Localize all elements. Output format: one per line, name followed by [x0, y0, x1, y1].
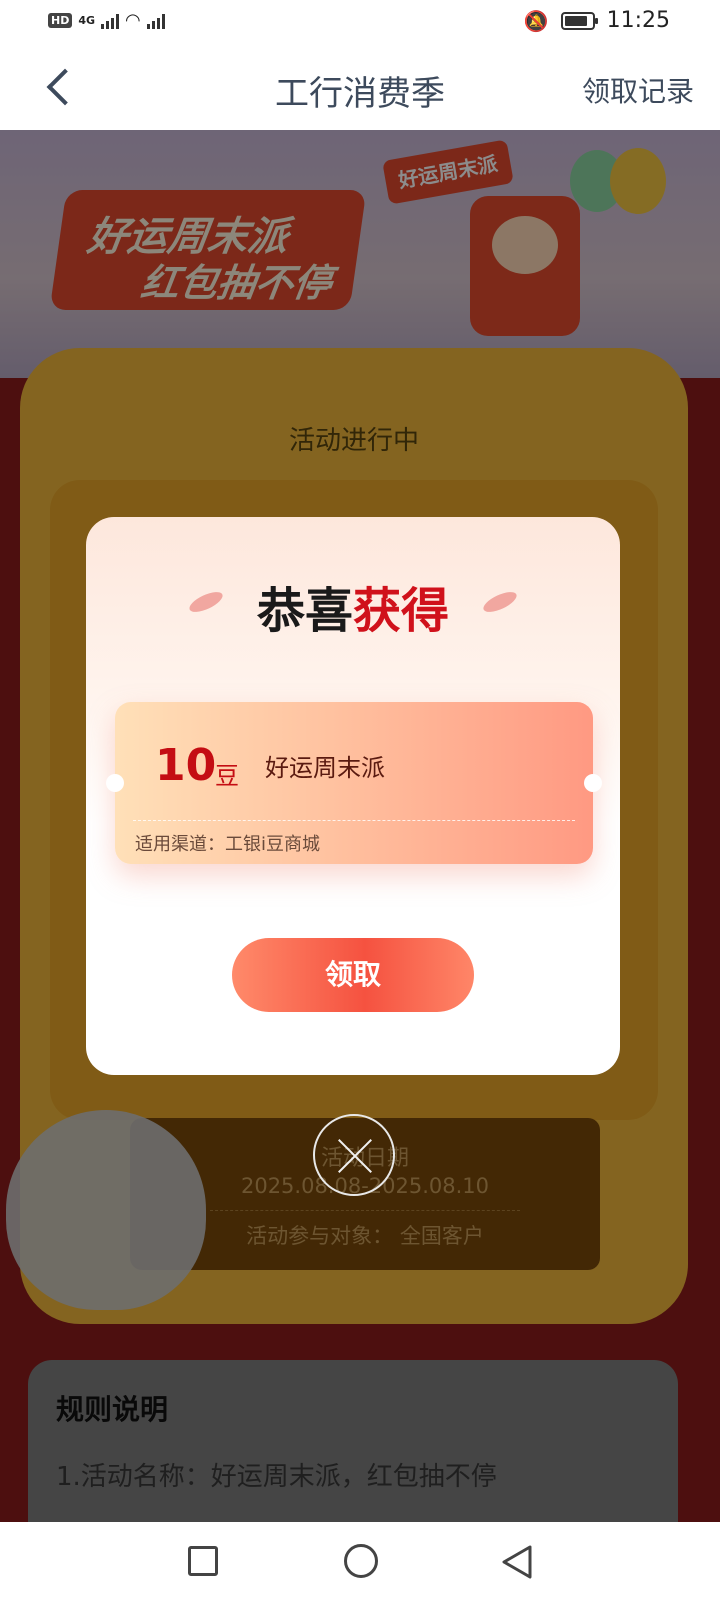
dialog-title: 恭喜获得	[86, 571, 620, 641]
hd-badge: HD	[48, 13, 73, 28]
recent-apps-icon[interactable]	[188, 1546, 218, 1576]
dialog-title-part2: 获得	[353, 583, 450, 639]
mute-bell-icon: 🔕	[523, 8, 549, 33]
claim-records-link[interactable]: 领取记录	[582, 70, 694, 110]
clock: 11:25	[606, 8, 670, 33]
status-right: 🔕 11:25	[524, 8, 670, 33]
signal2-icon	[146, 13, 165, 29]
status-bar: HD 4G ◠ 🔕 11:25	[0, 0, 720, 46]
network-label: 4G	[78, 14, 96, 27]
battery-icon	[560, 11, 598, 30]
wifi-icon: ◠	[125, 10, 141, 31]
prize-coupon: 10 豆 好运周末派 适用渠道：工银i豆商城	[106, 702, 602, 864]
system-nav-bar	[0, 1522, 720, 1600]
prize-dialog: 恭喜获得 10 豆 好运周末派 适用渠道：工银i豆商城 领取	[86, 517, 620, 1075]
close-icon[interactable]	[313, 1114, 395, 1196]
status-left: HD 4G ◠	[48, 10, 165, 31]
coupon-unit: 豆	[215, 762, 239, 790]
coupon-name: 好运周末派	[265, 754, 385, 782]
home-icon[interactable]	[344, 1544, 378, 1578]
coupon-divider	[133, 820, 575, 821]
dialog-title-part1: 恭喜	[256, 583, 353, 639]
coupon-channel: 适用渠道：工银i豆商城	[135, 834, 320, 855]
claim-button[interactable]: 领取	[232, 938, 474, 1012]
signal-icon	[101, 13, 120, 29]
app-header: 工行消费季 领取记录	[0, 46, 720, 130]
coupon-amount: 10	[155, 740, 217, 791]
